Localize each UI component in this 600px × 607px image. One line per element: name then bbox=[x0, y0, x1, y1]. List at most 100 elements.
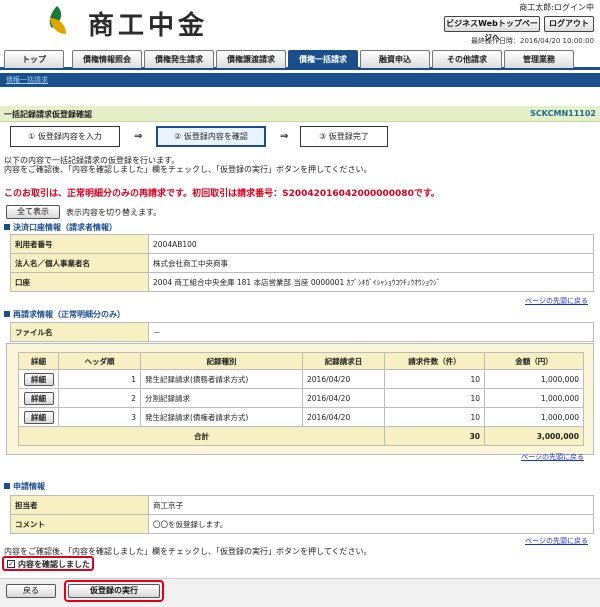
detail-button[interactable]: 詳細 bbox=[23, 391, 54, 405]
tab-claim-transfer[interactable]: 債権譲渡請求 bbox=[216, 50, 286, 68]
back-button[interactable]: 戻る bbox=[6, 584, 56, 598]
header-order: 2 bbox=[58, 388, 141, 408]
account-label: 口座 bbox=[10, 272, 149, 292]
tab-claim-issue[interactable]: 債権発生請求 bbox=[144, 50, 214, 68]
step-arrow-icon: ⇒ bbox=[134, 131, 143, 142]
company-name-label: 法人名／個人事業者名 bbox=[10, 253, 149, 273]
table-row: 詳細 2 分割記録請求 2016/04/20 10 1,000,000 bbox=[18, 388, 584, 408]
table-row: ファイル名 － bbox=[10, 322, 594, 342]
request-count: 10 bbox=[384, 407, 485, 427]
comment-label: コメント bbox=[10, 514, 149, 534]
step-arrow-icon: ⇒ bbox=[280, 131, 289, 142]
rerequest-heading: 再請求情報（正常明細分のみ） bbox=[4, 309, 125, 320]
page-title: 一括記録請求仮登録確認 bbox=[4, 110, 92, 119]
request-date: 2016/04/20 bbox=[302, 369, 385, 389]
total-count: 30 bbox=[384, 426, 485, 446]
request-count: 10 bbox=[384, 369, 485, 389]
col-amount: 金額（円） bbox=[484, 352, 584, 370]
section-marker-icon bbox=[4, 483, 10, 489]
confirm-checkbox-label[interactable]: 内容を確認しました bbox=[18, 559, 90, 570]
col-count: 請求件数（件） bbox=[384, 352, 485, 370]
main-tabs: トップ 債権情報照会 債権発生請求 債権譲渡請求 債権一括請求 融資申込 その他… bbox=[0, 50, 600, 70]
sub-navigation: 債権一括請求 bbox=[0, 73, 600, 87]
table-row: 口座 2004 商工組合中央金庫 181 本店営業部 当座 0000001 ｶﾌ… bbox=[10, 272, 594, 292]
amount: 1,000,000 bbox=[484, 407, 584, 427]
record-type: 分割記録請求 bbox=[140, 388, 303, 408]
screen-code: SCKCMN11102 bbox=[530, 109, 596, 118]
col-detail: 詳細 bbox=[18, 352, 59, 370]
show-all-button[interactable]: 全て表示 bbox=[6, 205, 60, 219]
file-name-value: － bbox=[148, 322, 594, 342]
comment-value: 〇〇を仮登録します。 bbox=[148, 514, 594, 534]
total-row: 合計 30 3,000,000 bbox=[18, 426, 584, 446]
execute-temp-registration-button[interactable]: 仮登録の実行 bbox=[68, 584, 160, 598]
logo-text: 商工中金 bbox=[88, 11, 209, 41]
intro-message-1: 以下の内容で一括記録請求の仮登録を行います。 bbox=[4, 156, 180, 165]
total-label: 合計 bbox=[18, 426, 385, 446]
section-marker-icon bbox=[4, 311, 10, 317]
tab-management[interactable]: 管理業務 bbox=[504, 50, 574, 68]
settlement-heading: 決済口座情報（請求者情報） bbox=[4, 222, 117, 233]
amount: 1,000,000 bbox=[484, 388, 584, 408]
detail-button[interactable]: 詳細 bbox=[23, 372, 54, 386]
application-table: 担当者 商工京子 コメント 〇〇を仮登録します。 bbox=[10, 495, 594, 534]
record-type: 発生記録請求(債権者請求方式) bbox=[140, 407, 303, 427]
header-order: 1 bbox=[58, 369, 141, 389]
page-title-bar: 一括記録請求仮登録確認 SCKCMN11102 bbox=[0, 106, 600, 122]
logged-in-user: 商工太郎:ログイン中 bbox=[519, 3, 594, 12]
file-name-label: ファイル名 bbox=[10, 322, 149, 342]
file-table: ファイル名 － bbox=[10, 322, 594, 342]
tab-top[interactable]: トップ bbox=[4, 50, 64, 68]
record-detail-table: 詳細 ヘッダ順 記録種別 記録請求日 請求件数（件） 金額（円） 詳細 1 発生… bbox=[18, 352, 584, 446]
staff-value: 商工京子 bbox=[148, 495, 594, 515]
col-header-order: ヘッダ順 bbox=[58, 352, 141, 370]
request-date: 2016/04/20 bbox=[302, 407, 385, 427]
confirm-instruction: 内容をご確認後、「内容を確認しました」欄をチェックし、「仮登録の実行」ボタンを押… bbox=[4, 547, 372, 556]
last-operation-time: 最終操作日時：2016/04/20 10:00:00 bbox=[470, 37, 594, 45]
request-count: 10 bbox=[384, 388, 485, 408]
account-value: 2004 商工組合中央金庫 181 本店営業部 当座 0000001 ｶﾌﾞｼｷ… bbox=[148, 272, 594, 292]
request-date: 2016/04/20 bbox=[302, 388, 385, 408]
back-to-top-link[interactable]: ページの先頭に戻る bbox=[525, 296, 588, 306]
back-to-top-link[interactable]: ページの先頭に戻る bbox=[525, 536, 588, 546]
business-web-top-button[interactable]: ビジネスWebトップページへ bbox=[444, 16, 540, 42]
tab-claim-inquiry[interactable]: 債権情報照会 bbox=[72, 50, 142, 68]
back-to-top-link[interactable]: ページの先頭に戻る bbox=[521, 452, 584, 462]
table-header-row: 詳細 ヘッダ順 記録種別 記録請求日 請求件数（件） 金額（円） bbox=[18, 352, 584, 370]
table-row: 担当者 商工京子 bbox=[10, 495, 594, 515]
subnav-bulk-request-link[interactable]: 債権一括請求 bbox=[6, 75, 48, 85]
tab-other-requests[interactable]: その他請求 bbox=[432, 50, 502, 68]
step-complete: ③ 仮登録完了 bbox=[300, 126, 388, 147]
intro-message-2: 内容をご確認後、「内容を確認しました」欄をチェックし、「仮登録の実行」ボタンを押… bbox=[4, 165, 372, 174]
amount: 1,000,000 bbox=[484, 369, 584, 389]
detail-button[interactable]: 詳細 bbox=[23, 410, 54, 424]
confirm-checkbox-row[interactable]: ✓ 内容を確認しました bbox=[2, 556, 94, 571]
col-record-type: 記録種別 bbox=[140, 352, 303, 370]
confirm-checkbox[interactable]: ✓ bbox=[7, 560, 15, 568]
step-confirm: ② 仮登録内容を確認 bbox=[156, 126, 266, 147]
company-name-value: 株式会社商工中央商事 bbox=[148, 253, 594, 273]
table-row: 利用者番号 2004AB100 bbox=[10, 234, 594, 254]
toggle-description: 表示内容を切り替えます。 bbox=[66, 208, 162, 217]
col-request-date: 記録請求日 bbox=[302, 352, 385, 370]
user-number-value: 2004AB100 bbox=[148, 234, 594, 254]
record-type: 発生記録請求(債務者請求方式) bbox=[140, 369, 303, 389]
table-row: 法人名／個人事業者名 株式会社商工中央商事 bbox=[10, 253, 594, 273]
user-number-label: 利用者番号 bbox=[10, 234, 149, 254]
settlement-table: 利用者番号 2004AB100 法人名／個人事業者名 株式会社商工中央商事 口座… bbox=[10, 234, 594, 292]
shokochukin-logo-icon bbox=[49, 6, 66, 34]
table-row: 詳細 1 発生記録請求(債務者請求方式) 2016/04/20 10 1,000… bbox=[18, 369, 584, 389]
section-marker-icon bbox=[4, 224, 10, 230]
tab-loan-application[interactable]: 融資申込 bbox=[360, 50, 430, 68]
table-row: コメント 〇〇を仮登録します。 bbox=[10, 514, 594, 534]
staff-label: 担当者 bbox=[10, 495, 149, 515]
rerequest-warning: このお取引は、正常明細分のみの再請求です。初回取引は請求番号：S20042016… bbox=[4, 189, 440, 199]
table-row: 詳細 3 発生記録請求(債権者請求方式) 2016/04/20 10 1,000… bbox=[18, 407, 584, 427]
header: 商工中金 商工太郎:ログイン中 ビジネスWebトップページへ ログアウト 最終操… bbox=[0, 0, 600, 46]
tab-bulk-request[interactable]: 債権一括請求 bbox=[288, 50, 358, 68]
total-amount: 3,000,000 bbox=[484, 426, 584, 446]
step-input: ① 仮登録内容を入力 bbox=[10, 126, 120, 147]
logout-button[interactable]: ログアウト bbox=[544, 16, 594, 32]
header-order: 3 bbox=[58, 407, 141, 427]
application-heading: 申請情報 bbox=[4, 481, 45, 492]
